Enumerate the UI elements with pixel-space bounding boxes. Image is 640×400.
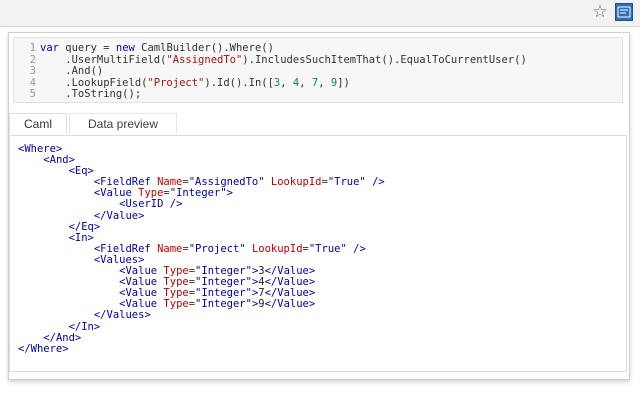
caml-output-panel: <Where> <And> <Eq> <FieldRef Name="Assig… <box>9 136 627 372</box>
tab-data-preview[interactable]: Data preview <box>69 113 177 134</box>
code-line: .UserMultiField("AssignedTo").IncludesSu… <box>40 53 527 66</box>
line-number: 5 <box>29 88 36 101</box>
browser-toolbar: ☆ <box>0 0 640 27</box>
xml-line: </And> <box>43 331 82 344</box>
extension-popup: 12345 var query = new CamlBuilder().Wher… <box>8 32 630 380</box>
caml-extension-icon[interactable] <box>615 3 633 21</box>
tab-caml[interactable]: Caml <box>9 113 67 135</box>
code-line: var query = new CamlBuilder().Where() <box>40 42 274 54</box>
star-icon[interactable]: ☆ <box>590 2 610 22</box>
tab-bar: Caml Data preview <box>9 113 627 136</box>
line-number-gutter: 12345 <box>14 42 36 101</box>
code-editor[interactable]: 12345 var query = new CamlBuilder().Wher… <box>13 37 623 103</box>
xml-line: </Where> <box>18 342 69 355</box>
line-number: 1 <box>29 42 36 54</box>
code-text[interactable]: var query = new CamlBuilder().Where() .U… <box>40 42 527 101</box>
caml-xml-output: <Where> <And> <Eq> <FieldRef Name="Assig… <box>18 143 385 355</box>
code-line: .ToString(); <box>40 88 142 101</box>
xml-line: <UserID /> <box>119 198 183 211</box>
